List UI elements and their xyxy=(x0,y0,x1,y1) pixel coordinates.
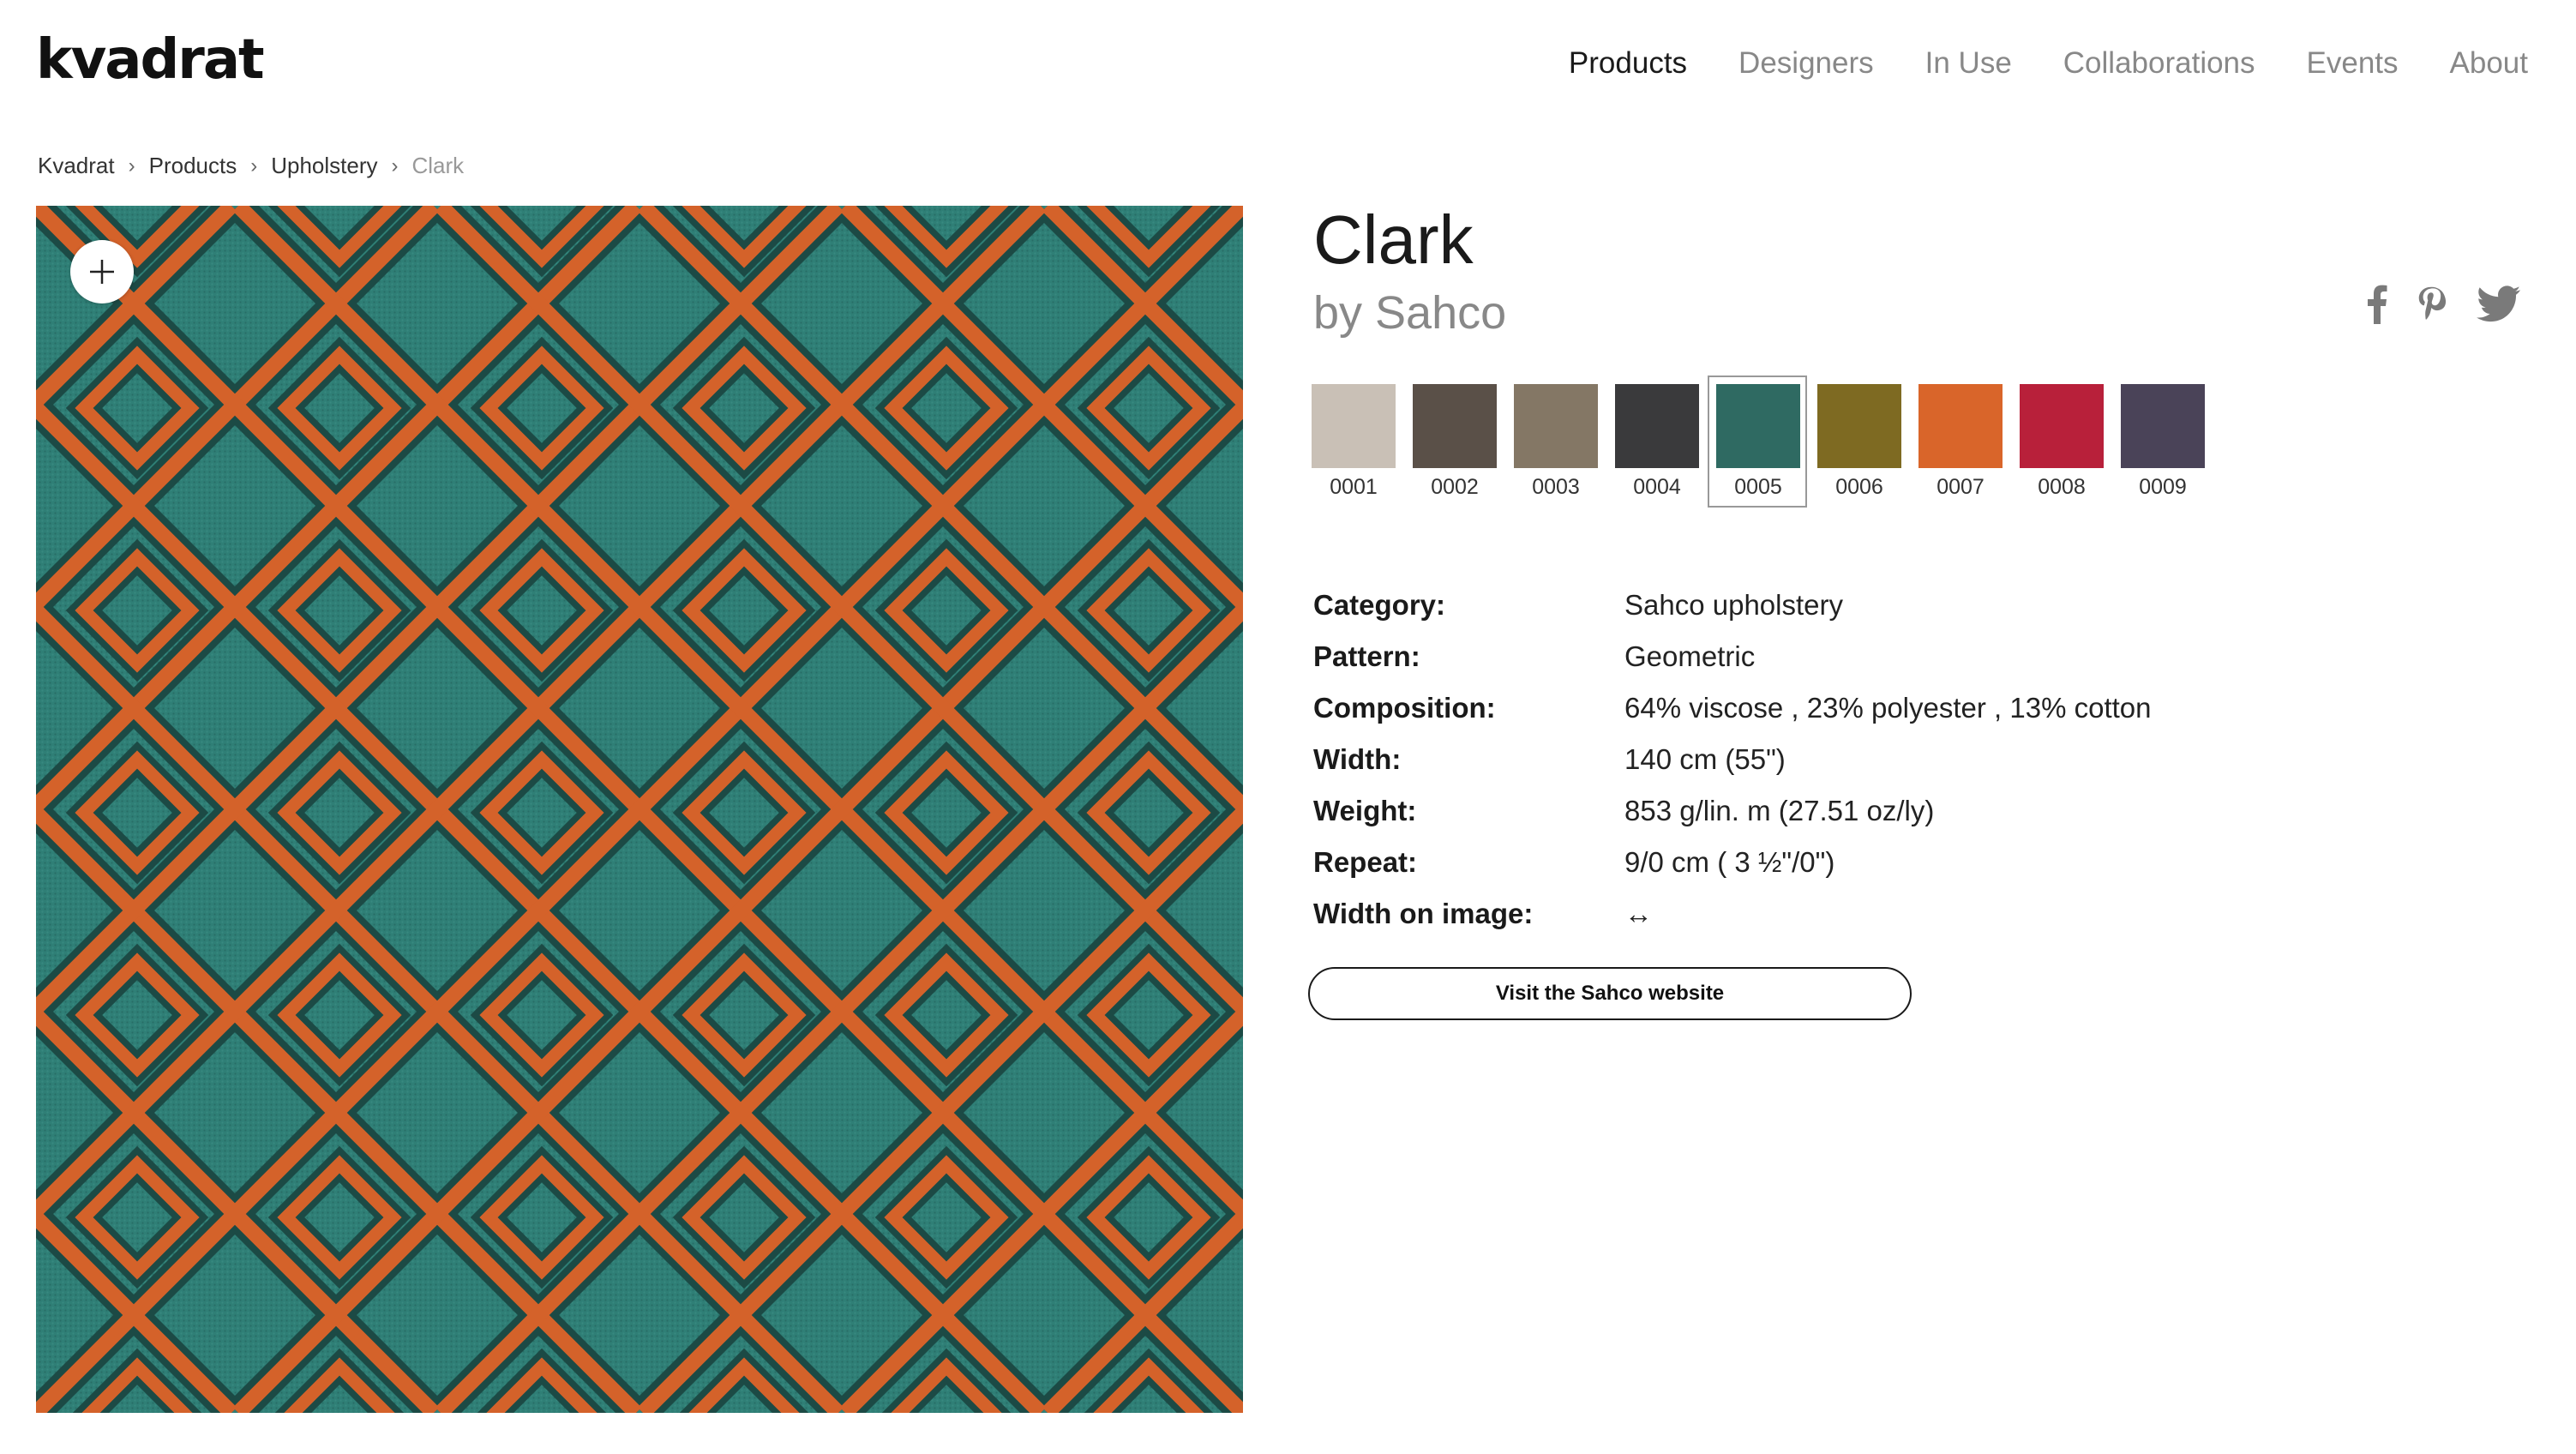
swatch-chip xyxy=(1716,384,1800,468)
colour-swatches: 0001 0002 0003 0004 0005 0006 0007 0008 0009 xyxy=(1312,376,2205,508)
swatch-code: 0006 xyxy=(1835,475,1883,499)
breadcrumb-current: Clark xyxy=(411,153,465,178)
colour-swatch-0003[interactable]: 0003 xyxy=(1514,384,1598,498)
nav-collaborations[interactable]: Collaborations xyxy=(2063,48,2255,78)
swatch-chip xyxy=(1514,384,1598,468)
swatch-code: 0004 xyxy=(1633,475,1681,499)
spec-value: 853 g/lin. m (27.51 oz/ly) xyxy=(1624,795,1935,826)
spec-row: Width: 140 cm (55") xyxy=(1313,734,2152,785)
spec-value: 64% viscose , 23% polyester , 13% cotton xyxy=(1624,692,2152,724)
swatch-chip xyxy=(2121,384,2205,468)
spec-value: Sahco upholstery xyxy=(1624,589,1843,621)
swatch-chip xyxy=(1413,384,1497,468)
nav-about[interactable]: About xyxy=(2450,48,2528,78)
nav-designers[interactable]: Designers xyxy=(1738,48,1874,78)
spec-value: 9/0 cm ( 3 ½"/0") xyxy=(1624,846,1835,878)
colour-swatch-0004[interactable]: 0004 xyxy=(1615,384,1699,498)
colour-swatch-0005[interactable]: 0005 xyxy=(1708,376,1807,508)
product-designer[interactable]: by Sahco xyxy=(1313,290,1506,336)
product-title: Clark xyxy=(1313,201,1474,278)
swatch-code: 0002 xyxy=(1431,475,1479,499)
spec-row: Repeat: 9/0 cm ( 3 ½"/0") xyxy=(1313,837,2152,888)
kvadrat-logo[interactable]: kvadrat xyxy=(36,33,265,87)
colour-swatch-0002[interactable]: 0002 xyxy=(1413,384,1497,498)
breadcrumb: Kvadrat › Products › Upholstery › Clark xyxy=(38,153,464,179)
spec-row: Category: Sahco upholstery xyxy=(1313,580,2152,631)
swatch-chip xyxy=(2020,384,2104,468)
share-links xyxy=(2367,285,2521,324)
spec-row: Pattern: Geometric xyxy=(1313,631,2152,682)
breadcrumb-kvadrat[interactable]: Kvadrat xyxy=(38,153,115,179)
spec-label: Composition: xyxy=(1313,692,1496,724)
swatch-chip xyxy=(1918,384,2003,468)
swatch-chip xyxy=(1817,384,1901,468)
spec-label: Pattern: xyxy=(1313,640,1420,672)
spec-value: Geometric xyxy=(1624,640,1756,672)
main-nav: Products Designers In Use Collaborations… xyxy=(1569,48,2528,78)
chevron-right-icon: › xyxy=(391,153,399,177)
pinterest-icon[interactable] xyxy=(2417,285,2447,324)
swatch-code: 0008 xyxy=(2038,475,2086,499)
spec-row: Composition: 64% viscose , 23% polyester … xyxy=(1313,682,2152,734)
swatch-code: 0003 xyxy=(1532,475,1580,499)
facebook-icon[interactable] xyxy=(2367,285,2387,324)
chevron-right-icon: › xyxy=(128,153,135,177)
colour-swatch-0007[interactable]: 0007 xyxy=(1918,384,2003,498)
swatch-code: 0007 xyxy=(1937,475,1985,499)
spec-value: 140 cm (55") xyxy=(1624,743,1786,775)
swatch-code: 0005 xyxy=(1734,475,1782,499)
plus-icon xyxy=(90,260,114,284)
swatch-chip xyxy=(1615,384,1699,468)
colour-swatch-0006[interactable]: 0006 xyxy=(1817,384,1901,498)
product-specs: Category: Sahco upholstery Pattern: Geometr… xyxy=(1313,580,2152,940)
breadcrumb-upholstery[interactable]: Upholstery xyxy=(271,153,377,179)
spec-label: Category: xyxy=(1313,589,1446,621)
zoom-button[interactable] xyxy=(70,240,134,303)
nav-in-use[interactable]: In Use xyxy=(1925,48,2012,78)
colour-swatch-0008[interactable]: 0008 xyxy=(2020,384,2104,498)
spec-row: Width on image: ↔ xyxy=(1313,888,2152,940)
spec-label: Width on image: xyxy=(1313,898,1534,929)
chevron-right-icon: › xyxy=(250,153,258,177)
swatch-code: 0009 xyxy=(2139,475,2187,499)
nav-products[interactable]: Products xyxy=(1569,48,1687,78)
colour-swatch-0001[interactable]: 0001 xyxy=(1312,384,1396,498)
width-on-image-arrow-icon: ↔ xyxy=(1624,898,1653,929)
fabric-pattern xyxy=(36,206,1243,1413)
spec-row: Weight: 853 g/lin. m (27.51 oz/ly) xyxy=(1313,785,2152,837)
fabric-image[interactable] xyxy=(36,206,1243,1413)
spec-label: Repeat: xyxy=(1313,846,1418,878)
swatch-chip xyxy=(1312,384,1396,468)
breadcrumb-products[interactable]: Products xyxy=(149,153,237,179)
colour-swatch-0009[interactable]: 0009 xyxy=(2121,384,2205,498)
spec-label: Width: xyxy=(1313,743,1402,775)
visit-sahco-website-button[interactable]: Visit the Sahco website xyxy=(1308,967,1912,1020)
swatch-code: 0001 xyxy=(1330,475,1378,499)
twitter-icon[interactable] xyxy=(2477,285,2521,323)
nav-events[interactable]: Events xyxy=(2307,48,2399,78)
spec-label: Weight: xyxy=(1313,795,1417,826)
